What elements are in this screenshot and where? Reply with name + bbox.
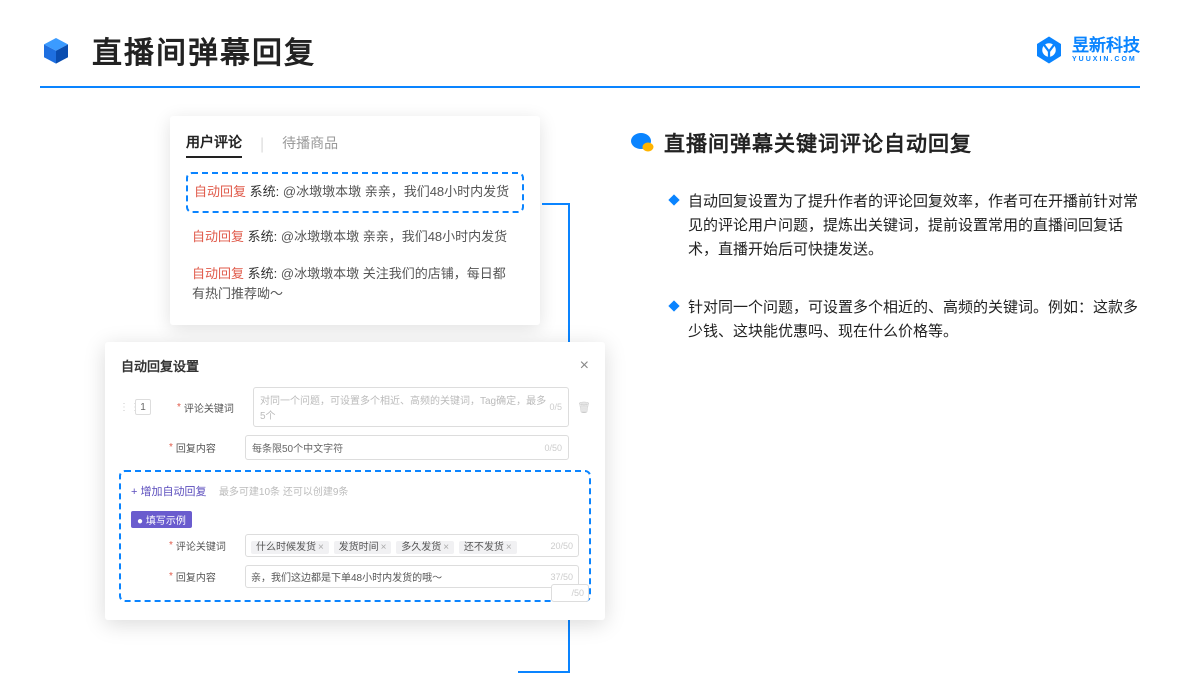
- tag-chip[interactable]: 什么时候发货×: [251, 541, 329, 554]
- reply-label: *回复内容: [169, 569, 237, 584]
- screenshot-column: 用户评论 | 待播商品 自动回复 系统: @冰墩墩本墩 亲亲，我们48小时内发货…: [40, 128, 560, 378]
- char-counter: 0/5: [549, 402, 562, 412]
- add-auto-reply-link[interactable]: + 增加自动回复: [131, 483, 206, 499]
- delete-icon[interactable]: 🗑: [577, 401, 591, 414]
- comment-item-highlighted: 自动回复 系统: @冰墩墩本墩 亲亲，我们48小时内发货: [186, 172, 524, 213]
- reply-label: *回复内容: [169, 440, 237, 455]
- drag-handle-icon[interactable]: ⋮⋮: [119, 402, 127, 413]
- comment-item: 自动回复 系统: @冰墩墩本墩 亲亲，我们48小时内发货: [186, 219, 524, 256]
- page-header: 直播间弹幕回复 昱新科技 YUUXIN.COM: [0, 0, 1180, 86]
- cube-icon: [40, 34, 72, 66]
- section-heading: 直播间弹幕关键词评论自动回复: [630, 128, 1140, 158]
- comment-text: @冰墩墩本墩 亲亲，我们48小时内发货: [281, 229, 507, 244]
- bullet-item: 针对同一个问题，可设置多个相近的、高频的关键词。例如：这款多少钱、这块能优惠吗、…: [630, 296, 1140, 344]
- brand-logo: 昱新科技 YUUXIN.COM: [1034, 35, 1140, 65]
- header-left: 直播间弹幕回复: [40, 28, 316, 72]
- bullet-item: 自动回复设置为了提升作者的评论回复效率，作者可在开播前针对常见的评论用户问题，提…: [630, 190, 1140, 262]
- page-title: 直播间弹幕回复: [92, 28, 316, 72]
- description-column: 直播间弹幕关键词评论自动回复 自动回复设置为了提升作者的评论回复效率，作者可在开…: [600, 128, 1140, 378]
- tag-chip[interactable]: 还不发货×: [459, 541, 517, 554]
- tab-row: 用户评论 | 待播商品: [186, 132, 524, 158]
- bullet-text: 自动回复设置为了提升作者的评论回复效率，作者可在开播前针对常见的评论用户问题，提…: [688, 190, 1140, 262]
- keyword-input[interactable]: 对同一个问题，可设置多个相近、高频的关键词，Tag确定，最多5个 0/5: [253, 387, 569, 427]
- auto-reply-tag: 自动回复: [194, 184, 246, 199]
- section-title: 直播间弹幕关键词评论自动回复: [664, 128, 972, 158]
- brand-name-cn: 昱新科技: [1072, 37, 1140, 56]
- item-number: 1: [135, 399, 151, 415]
- brand-icon: [1034, 35, 1064, 65]
- comments-card: 用户评论 | 待播商品 自动回复 系统: @冰墩墩本墩 亲亲，我们48小时内发货…: [170, 116, 540, 325]
- diamond-bullet-icon: [668, 194, 679, 205]
- comment-text: @冰墩墩本墩 亲亲，我们48小时内发货: [283, 184, 509, 199]
- comment-item: 自动回复 系统: @冰墩墩本墩 关注我们的店铺，每日都有热门推荐呦～: [186, 256, 524, 314]
- form-row-reply: *回复内容 每条限50个中文字符 0/50: [119, 435, 591, 460]
- reply-input[interactable]: 每条限50个中文字符 0/50: [245, 435, 569, 460]
- keyword-label: *评论关键词: [177, 400, 245, 415]
- close-icon[interactable]: ×: [580, 357, 589, 375]
- char-counter: 37/50: [550, 572, 573, 582]
- brand-name-en: YUUXIN.COM: [1072, 56, 1140, 64]
- connector-line: [542, 203, 570, 205]
- auto-reply-tag: 自动回复: [192, 229, 244, 244]
- add-hint-text: 最多可建10条 还可以创建9条: [219, 487, 348, 498]
- example-pill: ● 填写示例: [131, 511, 192, 528]
- diamond-bullet-icon: [668, 300, 679, 311]
- bubble-icon: [630, 132, 652, 154]
- form-row-keyword: ⋮⋮ 1 *评论关键词 对同一个问题，可设置多个相近、高频的关键词，Tag确定，…: [119, 387, 591, 427]
- example-keyword-row: *评论关键词 什么时候发货× 发货时间× 多久发货× 还不发货× 20/50: [131, 534, 579, 557]
- example-keyword-input[interactable]: 什么时候发货× 发货时间× 多久发货× 还不发货× 20/50: [245, 534, 579, 557]
- partial-counter: /50: [551, 584, 589, 602]
- keyword-label: *评论关键词: [169, 538, 237, 553]
- tag-chip[interactable]: 发货时间×: [334, 541, 392, 554]
- example-reply-input[interactable]: 亲，我们这边都是下单48小时内发货的哦～ 37/50: [245, 565, 579, 588]
- tab-user-comments[interactable]: 用户评论: [186, 132, 242, 158]
- auto-reply-tag: 自动回复: [192, 266, 244, 281]
- char-counter: 20/50: [550, 541, 573, 551]
- example-area: + 增加自动回复 最多可建10条 还可以创建9条 ● 填写示例 *评论关键词 什…: [119, 470, 591, 602]
- tag-chip[interactable]: 多久发货×: [396, 541, 454, 554]
- bullet-text: 针对同一个问题，可设置多个相近的、高频的关键词。例如：这款多少钱、这块能优惠吗、…: [688, 296, 1140, 344]
- system-tag: 系统:: [248, 266, 278, 281]
- settings-modal-card: 自动回复设置 × ⋮⋮ 1 *评论关键词 对同一个问题，可设置多个相近、高频的关…: [105, 342, 605, 620]
- example-reply-row: *回复内容 亲，我们这边都是下单48小时内发货的哦～ 37/50: [131, 565, 579, 588]
- system-tag: 系统:: [248, 229, 278, 244]
- tab-separator: |: [260, 136, 264, 154]
- char-counter: 0/50: [544, 443, 562, 453]
- system-tag: 系统:: [250, 184, 280, 199]
- tab-products[interactable]: 待播商品: [282, 133, 338, 157]
- modal-title: 自动回复设置: [121, 356, 199, 375]
